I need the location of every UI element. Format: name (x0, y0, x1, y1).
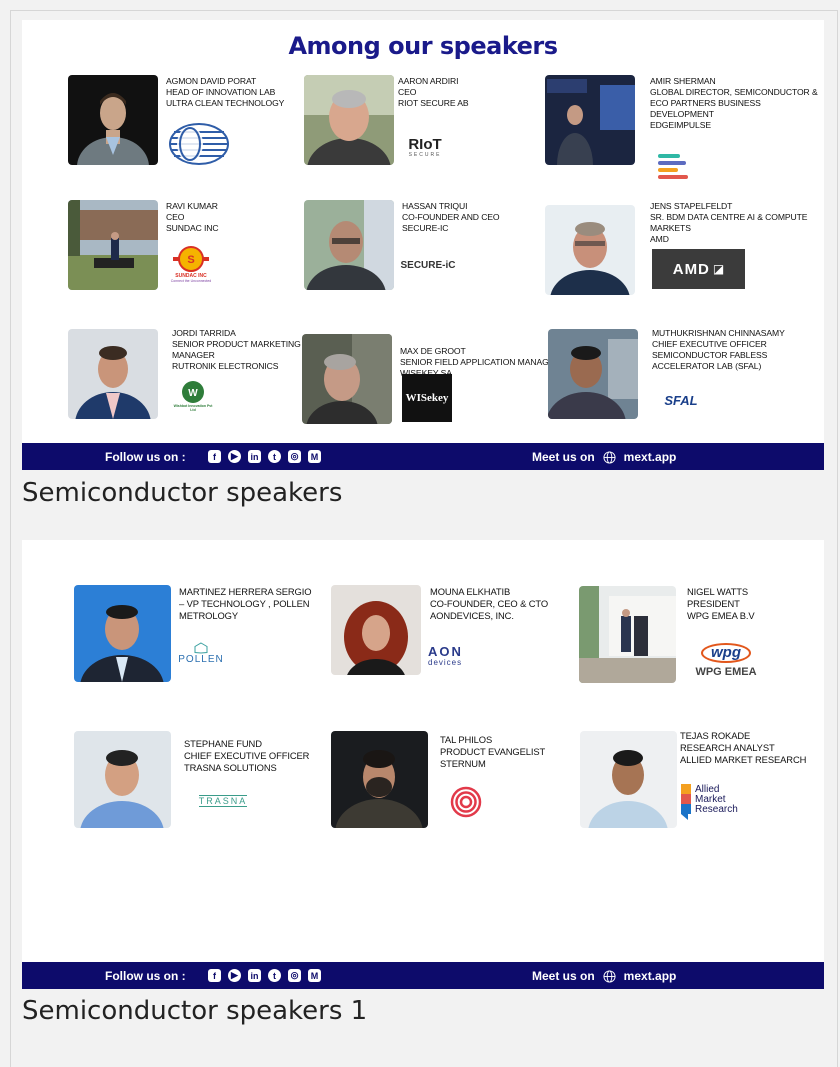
linkedin-icon[interactable]: in (248, 450, 261, 463)
wishbot-logo: W Wishbot Innovation Pvt Ltd (168, 377, 218, 415)
meet-label: Meet us on (532, 969, 595, 983)
amd-logo: AMD ◪ (652, 249, 745, 289)
footer-bar: Follow us on : f ▶ in t ◎ M Meet us on m… (22, 962, 824, 989)
speaker-info: AGMON DAVID PORAT HEAD OF INNOVATION LAB U… (166, 76, 285, 108)
speaker-info: AARON ARDIRI CEO RIOT SECURE AB (398, 76, 469, 108)
edge-impulse-logo (656, 152, 692, 180)
footer-bar: Follow us on : f ▶ in t ◎ M Meet us on m… (22, 443, 824, 470)
panel-heading: Among our speakers (288, 32, 558, 60)
speaker-photo (548, 329, 638, 419)
twitter-icon[interactable]: t (268, 969, 281, 982)
social-links: f ▶ in t ◎ M (208, 969, 321, 982)
speaker-photo (302, 334, 392, 424)
speaker-info: HASSAN TRIQUI CO-FOUNDER AND CEO SECURE-IC (402, 201, 500, 233)
sternum-logo (450, 786, 482, 818)
speaker-info: TEJAS ROKADE RESEARCH ANALYST ALLIED MARKE… (680, 730, 807, 765)
speaker-photo (545, 205, 635, 295)
secure-ic-logo: SECURE-iC (400, 259, 456, 271)
speaker-photo (545, 75, 635, 165)
wpg-emea-logo: wpg WPG EMEA (695, 642, 757, 678)
sfal-logo: SFAL (664, 392, 698, 408)
image-caption: Semiconductor speakers (22, 478, 343, 508)
sundac-logo: S SUNDAC INC Connect the Unconnected (165, 240, 217, 288)
facebook-icon[interactable]: f (208, 969, 221, 982)
speakers-panel-1: Among our speakers AGMON DAVID PORAT HEAD… (22, 20, 824, 443)
twitter-icon[interactable]: t (268, 450, 281, 463)
speaker-info: JORDI TARRIDA SENIOR PRODUCT MARKETING MAN… (172, 328, 301, 371)
speaker-photo (304, 75, 394, 165)
allied-market-research-logo: Allied Market Research (680, 780, 746, 820)
svg-text:S: S (187, 254, 194, 266)
follow-label: Follow us on : (105, 969, 186, 983)
speaker-info: RAVI KUMAR CEO SUNDAC INC (166, 201, 219, 233)
speaker-info: TAL PHILOS PRODUCT EVANGELIST STERNUM (440, 734, 546, 769)
instagram-icon[interactable]: ◎ (288, 450, 301, 463)
medium-icon[interactable]: M (308, 969, 321, 982)
aon-devices-logo: AON devices (428, 644, 463, 667)
meet-us: Meet us on mext.app (532, 969, 676, 983)
trasna-logo: TRASNA (198, 795, 248, 807)
speaker-info: JENS STAPELFELDT SR. BDM DATA CENTRE AI &… (650, 201, 808, 244)
speaker-photo (304, 200, 394, 290)
meet-label: Meet us on (532, 450, 595, 464)
pollen-logo: POLLEN (174, 640, 228, 666)
meet-us: Meet us on mext.app (532, 450, 676, 464)
wisekey-logo: WISekey (402, 374, 452, 422)
meet-link[interactable]: mext.app (624, 450, 677, 464)
speaker-photo (579, 586, 676, 683)
speakers-panel-2: MARTINEZ HERRERA SERGIO – VP TECHNOLOGY ,… (22, 540, 824, 962)
speaker-photo (580, 731, 677, 828)
speaker-info: MARTINEZ HERRERA SERGIO – VP TECHNOLOGY ,… (179, 586, 312, 621)
medium-icon[interactable]: M (308, 450, 321, 463)
meet-link[interactable]: mext.app (624, 969, 677, 983)
speaker-photo (74, 731, 171, 828)
ultra-clean-logo (168, 122, 230, 166)
speaker-info: AMIR SHERMAN GLOBAL DIRECTOR, SEMICONDUCT… (650, 76, 818, 130)
speaker-photo (68, 329, 158, 419)
globe-icon (603, 450, 616, 464)
youtube-icon[interactable]: ▶ (228, 450, 241, 463)
speaker-info: NIGEL WATTS PRESIDENT WPG EMEA B.V (687, 586, 755, 621)
speaker-photo (331, 585, 421, 675)
follow-label: Follow us on : (105, 450, 186, 464)
speaker-photo (68, 75, 158, 165)
speaker-photo (331, 731, 428, 828)
speaker-info: STEPHANE FUND CHIEF EXECUTIVE OFFICER TRAS… (184, 738, 310, 773)
facebook-icon[interactable]: f (208, 450, 221, 463)
speaker-photo (68, 200, 158, 290)
speaker-info: MOUNA ELKHATIB CO-FOUNDER, CEO & CTO AONDE… (430, 586, 549, 621)
youtube-icon[interactable]: ▶ (228, 969, 241, 982)
svg-text:W: W (188, 388, 198, 399)
image-caption: Semiconductor speakers 1 (22, 996, 368, 1026)
speaker-info: MUTHUKRISHNAN CHINNASAMY CHIEF EXECUTIVE … (652, 328, 785, 371)
globe-icon (603, 969, 616, 983)
social-links: f ▶ in t ◎ M (208, 450, 321, 463)
instagram-icon[interactable]: ◎ (288, 969, 301, 982)
linkedin-icon[interactable]: in (248, 969, 261, 982)
speaker-photo (74, 585, 171, 682)
riot-secure-logo: RIoT SECURE (408, 135, 442, 158)
